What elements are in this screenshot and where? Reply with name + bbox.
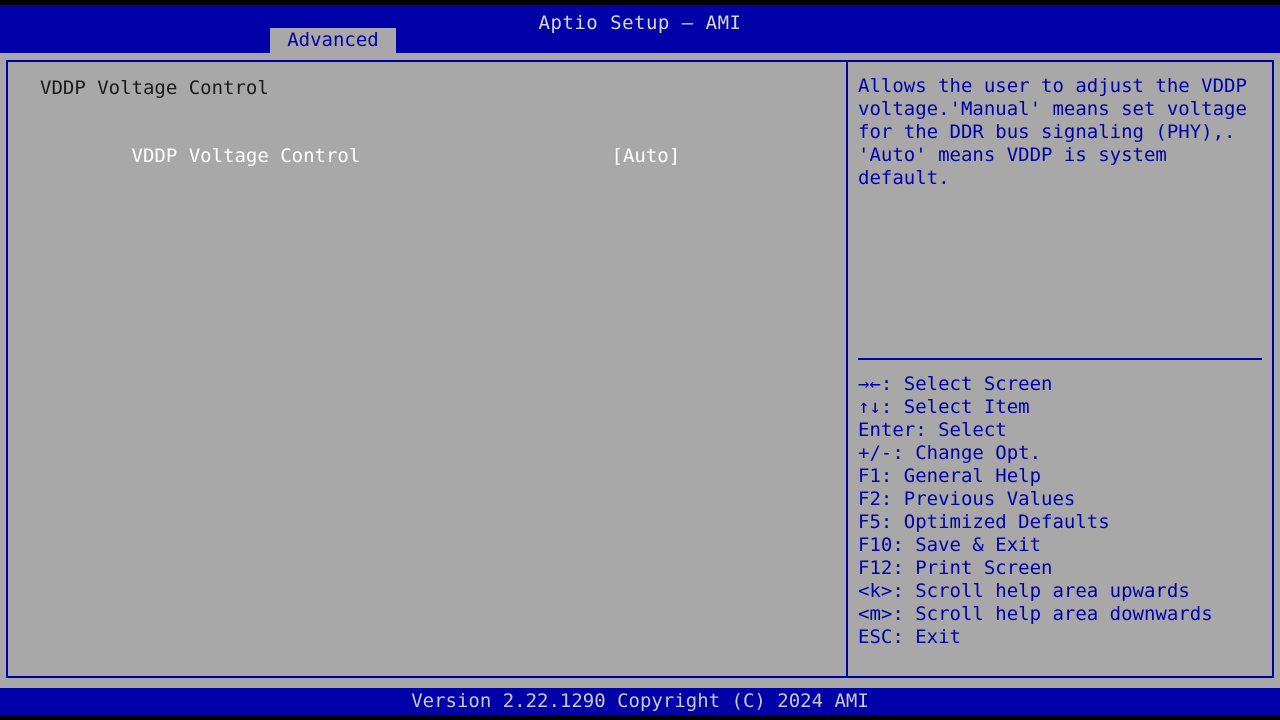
page-title: Aptio Setup – AMI xyxy=(0,10,1280,36)
legend-key: ↑↓ xyxy=(858,396,881,418)
legend-separator: : xyxy=(915,419,938,441)
settings-form: VDDP Voltage Control VDDP Voltage Contro… xyxy=(8,62,846,676)
legend-item: ESC: Exit xyxy=(858,626,1268,649)
bios-setup-screen: Aptio Setup – AMI Advanced VDDP Voltage … xyxy=(0,0,1280,720)
legend-item: Enter: Select xyxy=(858,419,1268,442)
legend-item: <k>: Scroll help area upwards xyxy=(858,580,1268,603)
legend-separator: : xyxy=(892,603,915,625)
legend-key: <k> xyxy=(858,580,892,602)
legend-key: F2 xyxy=(858,488,881,510)
legend-separator: : xyxy=(881,465,904,487)
legend-item: →←: Select Screen xyxy=(858,373,1268,396)
help-panel: Allows the user to adjust the VDDP volta… xyxy=(846,60,1274,678)
legend-key: F5 xyxy=(858,511,881,533)
legend-action: General Help xyxy=(904,465,1041,487)
legend-action: Print Screen xyxy=(915,557,1052,579)
legend-separator: : xyxy=(881,511,904,533)
legend-item: F12: Print Screen xyxy=(858,557,1268,580)
legend-item: F2: Previous Values xyxy=(858,488,1268,511)
legend-separator: : xyxy=(892,626,915,648)
legend-separator: : xyxy=(892,557,915,579)
setting-label: VDDP Voltage Control xyxy=(132,145,612,168)
legend-item: ↑↓: Select Item xyxy=(858,396,1268,419)
legend-action: Select Screen xyxy=(904,373,1053,395)
bottom-black-strip xyxy=(0,715,1280,720)
legend-item: +/-: Change Opt. xyxy=(858,442,1268,465)
legend-action: Optimized Defaults xyxy=(904,511,1110,533)
legend-separator: : xyxy=(881,373,904,395)
legend-key: →← xyxy=(858,373,881,395)
legend-item: <m>: Scroll help area downwards xyxy=(858,603,1268,626)
legend-key: F10 xyxy=(858,534,892,556)
legend-key: <m> xyxy=(858,603,892,625)
legend-key: +/- xyxy=(858,442,892,464)
legend-key: ESC xyxy=(858,626,892,648)
legend-key: F1 xyxy=(858,465,881,487)
legend-action: Change Opt. xyxy=(915,442,1041,464)
legend-item: F5: Optimized Defaults xyxy=(858,511,1268,534)
version-text: Version 2.22.1290 Copyright (C) 2024 AMI xyxy=(0,688,1280,715)
legend-action: Save & Exit xyxy=(915,534,1041,556)
legend-separator: : xyxy=(892,442,915,464)
title-bar: Aptio Setup – AMI xyxy=(0,5,1280,53)
legend-key: F12 xyxy=(858,557,892,579)
legend-item: F1: General Help xyxy=(858,465,1268,488)
legend-action: Select Item xyxy=(904,396,1030,418)
help-description: Allows the user to adjust the VDDP volta… xyxy=(858,75,1262,190)
legend-separator: : xyxy=(881,488,904,510)
legend-action: Select xyxy=(938,419,1007,441)
tab-advanced[interactable]: Advanced xyxy=(270,28,396,53)
legend-item: F10: Save & Exit xyxy=(858,534,1268,557)
setting-value[interactable]: [Auto] xyxy=(612,145,681,168)
help-divider xyxy=(858,358,1262,360)
legend-separator: : xyxy=(881,396,904,418)
key-legend: →←: Select Screen↑↓: Select ItemEnter: S… xyxy=(858,373,1268,649)
settings-panel: VDDP Voltage Control VDDP Voltage Contro… xyxy=(6,60,848,678)
setting-row-vddp-voltage-control[interactable]: VDDP Voltage Control[Auto] xyxy=(40,122,680,145)
legend-action: Exit xyxy=(915,626,961,648)
legend-action: Previous Values xyxy=(904,488,1076,510)
section-heading: VDDP Voltage Control xyxy=(40,77,269,100)
legend-key: Enter xyxy=(858,419,915,441)
legend-separator: : xyxy=(892,580,915,602)
legend-action: Scroll help area upwards xyxy=(915,580,1190,602)
legend-separator: : xyxy=(892,534,915,556)
footer-bar: Version 2.22.1290 Copyright (C) 2024 AMI xyxy=(0,688,1280,715)
legend-action: Scroll help area downwards xyxy=(915,603,1212,625)
